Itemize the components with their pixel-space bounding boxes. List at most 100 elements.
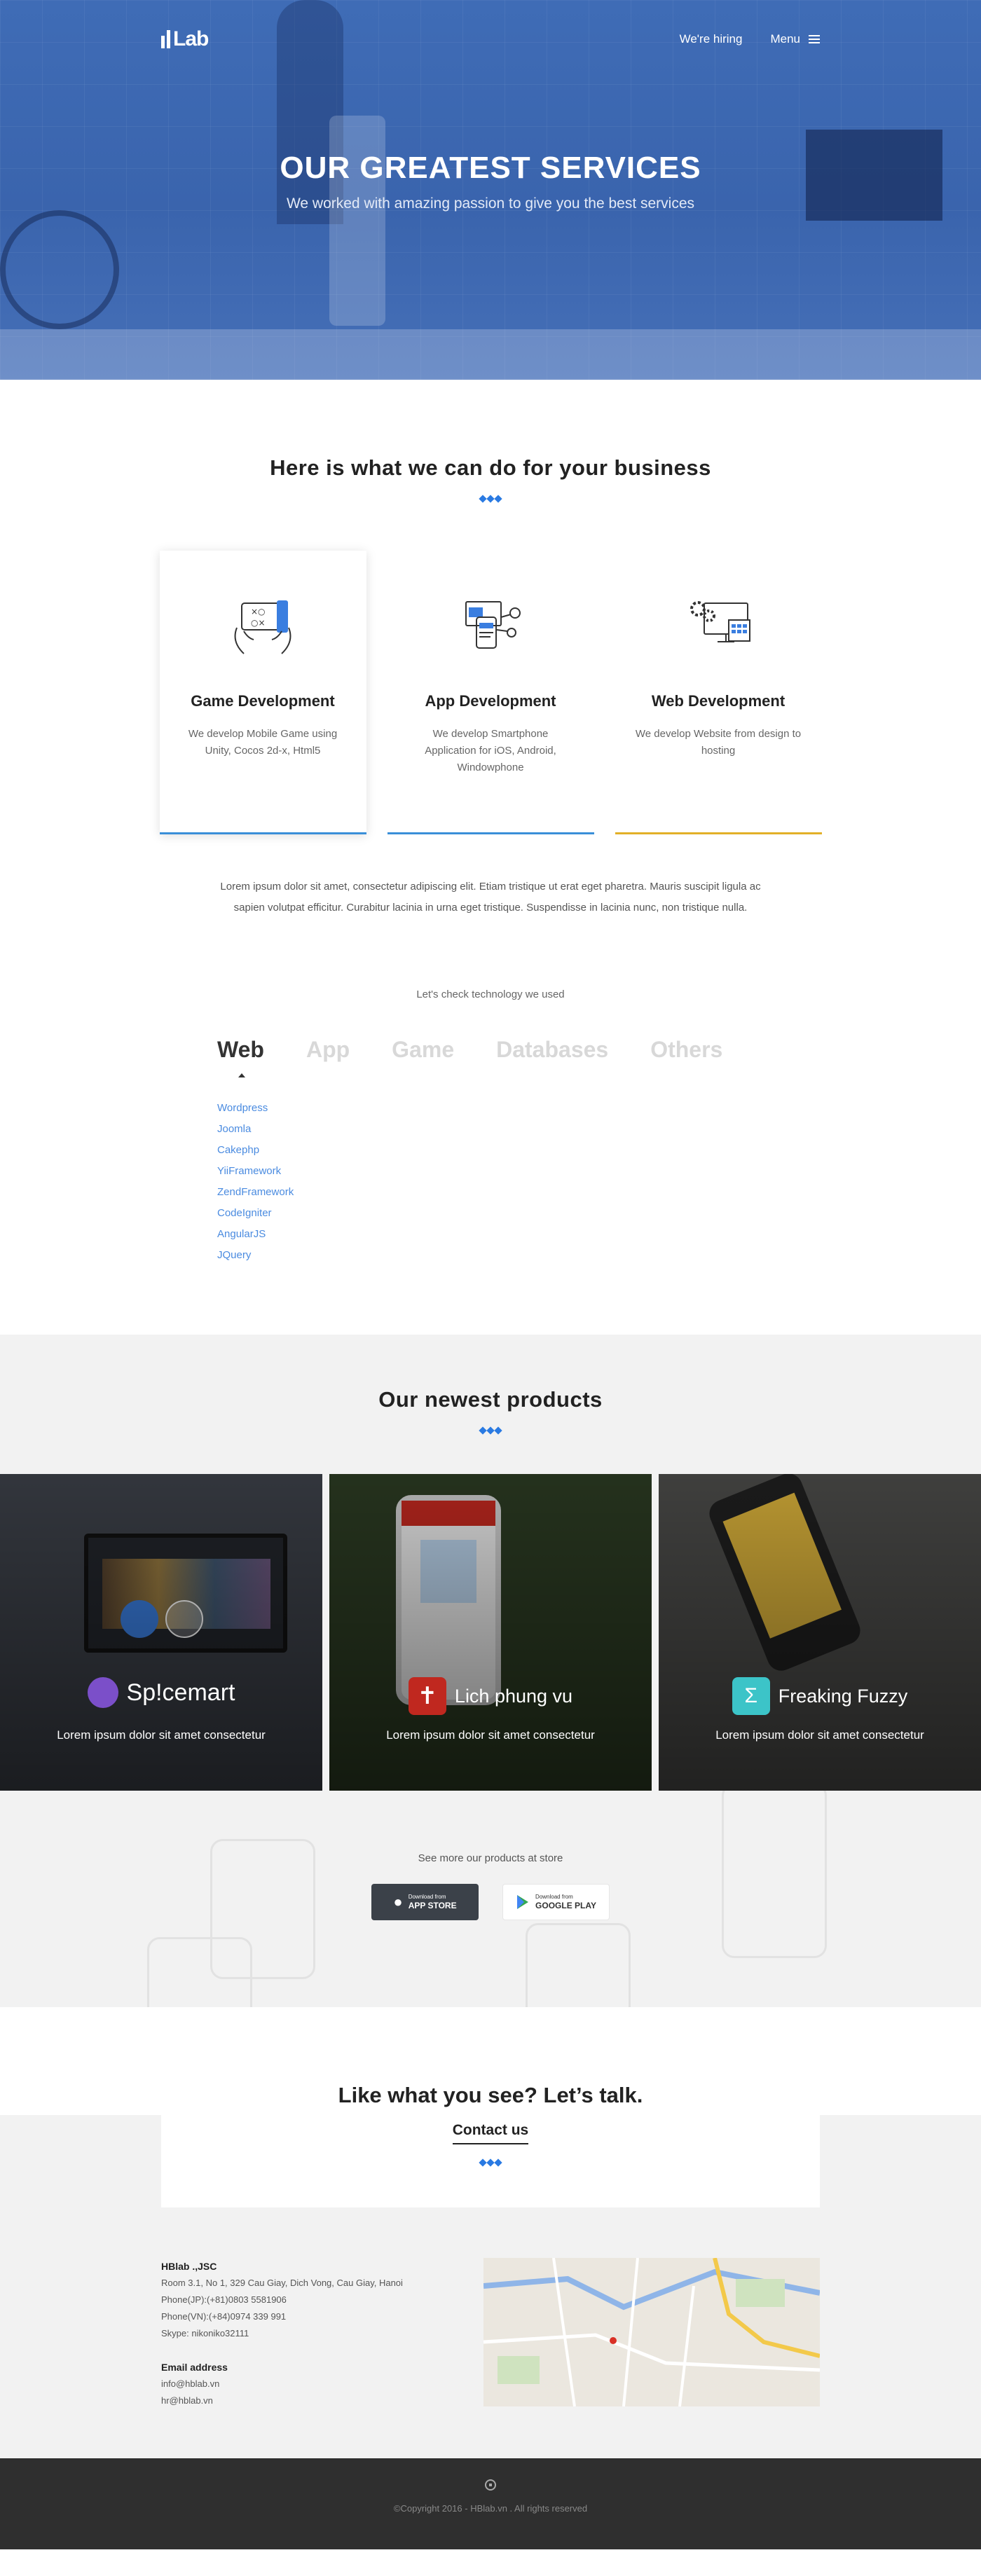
service-desc: We develop Smartphone Application for iO…	[425, 728, 556, 773]
menu-button[interactable]: Menu	[770, 32, 820, 46]
hero-desk	[0, 329, 981, 380]
ghost-phone-decoration	[722, 1783, 827, 1958]
tech-item[interactable]: YiiFramework	[217, 1161, 981, 1182]
card-underline	[387, 832, 594, 834]
product-name: Lich phung vu	[454, 1685, 573, 1707]
svg-text:○×: ○×	[251, 618, 266, 628]
tab-label: App	[306, 1037, 350, 1062]
product-brand: ✝ Lich phung vu	[329, 1677, 652, 1715]
contact-us-link[interactable]: Contact us	[452, 2122, 529, 2144]
product-brand: Σ Freaking Fuzzy	[659, 1677, 981, 1715]
service-title: Web Development	[651, 692, 786, 710]
store-big-label: GOOGLE PLAY	[535, 1901, 596, 1910]
tab-web[interactable]: Web	[217, 1037, 264, 1077]
tab-label: Others	[650, 1037, 723, 1062]
tech-item[interactable]: Cakephp	[217, 1140, 981, 1161]
tech-item[interactable]: Joomla	[217, 1119, 981, 1140]
app-store-button[interactable]: ● Download from APP STORE	[371, 1884, 479, 1920]
store-small-label: Download from	[535, 1894, 573, 1900]
nav-right: We're hiring Menu	[680, 32, 820, 46]
active-tab-caret-icon	[238, 1073, 245, 1077]
product-name: Sp!cemart	[126, 1679, 235, 1706]
tech-item[interactable]: CodeIgniter	[217, 1203, 981, 1224]
services-title: Here is what we can do for your business	[270, 455, 711, 480]
tab-app[interactable]: App	[306, 1037, 350, 1063]
map-graphic	[483, 2258, 820, 2406]
services-description: Lorem ipsum dolor sit amet, consectetur …	[220, 881, 761, 914]
divider-dots	[0, 1426, 981, 1435]
hero-subtitle: We worked with amazing passion to give y…	[286, 195, 695, 212]
products-section: Our newest products Sp!cemart Lorem ipsu…	[0, 1335, 981, 2007]
service-desc: We develop Website from design to hostin…	[635, 728, 802, 757]
ghost-phone-decoration	[147, 1937, 252, 2007]
contact-body: Contact us HBlab .,JSC Room 3.1, No 1, 3…	[0, 2115, 981, 2458]
hero-text: OUR GREATEST SERVICES We worked with ama…	[0, 151, 981, 212]
product-name: Freaking Fuzzy	[778, 1685, 908, 1707]
tab-label: Databases	[496, 1037, 609, 1062]
product-card-lich-phung-vu[interactable]: ✝ Lich phung vu Lorem ipsum dolor sit am…	[329, 1474, 652, 1791]
service-title: App Development	[425, 692, 556, 710]
service-card-web[interactable]: Web Development We develop Website from …	[615, 551, 822, 834]
product-row: Sp!cemart Lorem ipsum dolor sit amet con…	[0, 1474, 981, 1791]
contact-info: HBlab .,JSC Room 3.1, No 1, 329 Cau Giay…	[161, 2258, 820, 2409]
email-info[interactable]: info@hblab.vn	[161, 2376, 403, 2392]
email-hr[interactable]: hr@hblab.vn	[161, 2392, 403, 2409]
tab-others[interactable]: Others	[650, 1037, 722, 1063]
tech-list: Wordpress Joomla Cakephp YiiFramework Ze…	[217, 1098, 981, 1266]
contact-section: Like what you see? Let’s talk. Contact u…	[0, 2007, 981, 2458]
spicemart-logo-icon	[87, 1677, 118, 1708]
tab-label: Game	[392, 1037, 455, 1062]
menu-label: Menu	[770, 32, 800, 46]
google-play-icon	[517, 1895, 529, 1909]
skype: Skype: nikoniko32111	[161, 2328, 249, 2339]
contact-header: Like what you see? Let’s talk.	[0, 2007, 981, 2108]
hamburger-icon	[809, 35, 820, 43]
store-text: See more our products at store	[418, 1852, 563, 1864]
card-underline	[615, 832, 822, 834]
card-underline	[159, 832, 366, 834]
store-buttons: ● Download from APP STORE Download from …	[0, 1884, 981, 1920]
cross-logo-icon: ✝	[408, 1677, 446, 1715]
phone-jp: Phone(JP):(+81)0803 5581906	[161, 2294, 287, 2305]
ghost-phone-decoration	[526, 1923, 631, 2007]
hblab-logo[interactable]: Lab	[161, 27, 209, 51]
tab-databases[interactable]: Databases	[496, 1037, 608, 1063]
hero-imac-silhouette	[329, 116, 385, 326]
product-brand: Sp!cemart	[0, 1677, 322, 1708]
service-card-app[interactable]: App Development We develop Smartphone Ap…	[387, 551, 594, 834]
nav-hiring-link[interactable]: We're hiring	[680, 32, 743, 46]
tech-item[interactable]: JQuery	[217, 1245, 981, 1266]
tech-tabs: Web App Game Databases Others	[217, 1037, 981, 1077]
products-title: Our newest products	[378, 1387, 603, 1412]
divider-dots	[161, 2158, 820, 2167]
tech-item[interactable]: Wordpress	[217, 1098, 981, 1119]
tech-item[interactable]: ZendFramework	[217, 1182, 981, 1203]
product-card-freaking-fuzzy[interactable]: Σ Freaking Fuzzy Lorem ipsum dolor sit a…	[659, 1474, 981, 1791]
location-map[interactable]	[483, 2258, 820, 2406]
logo-text: Lab	[173, 27, 209, 50]
apple-icon: ●	[393, 1893, 403, 1910]
product-desc: Lorem ipsum dolor sit amet consectetur	[715, 1728, 924, 1742]
divider-dots	[0, 495, 981, 503]
company-name: HBlab .,JSC	[161, 2261, 217, 2272]
email-heading: Email address	[161, 2362, 228, 2373]
contact-title: Like what you see? Let’s talk.	[338, 2083, 643, 2107]
product-card-spicemart[interactable]: Sp!cemart Lorem ipsum dolor sit amet con…	[0, 1474, 322, 1791]
footer: ©Copyright 2016 - HBlab.vn . All rights …	[0, 2458, 981, 2549]
scroll-top-icon[interactable]	[485, 2479, 496, 2491]
svg-text:×○: ×○	[251, 607, 266, 617]
service-card-game[interactable]: ×○ ○× Game Development We develop Mobile…	[159, 551, 366, 834]
tech-heading: Let's check technology we used	[416, 989, 565, 1000]
google-play-button[interactable]: Download from GOOGLE PLAY	[502, 1884, 610, 1920]
tech-item[interactable]: AngularJS	[217, 1224, 981, 1245]
company-address: Room 3.1, No 1, 329 Cau Giay, Dich Vong,…	[161, 2278, 403, 2288]
product-desc: Lorem ipsum dolor sit amet consectetur	[386, 1728, 595, 1742]
tab-game[interactable]: Game	[392, 1037, 454, 1063]
store-small-label: Download from	[408, 1894, 446, 1900]
store-big-label: APP STORE	[408, 1901, 457, 1910]
hero-section: Lab We're hiring Menu OUR GREATEST SERVI…	[0, 0, 981, 380]
hero-title: OUR GREATEST SERVICES	[280, 151, 701, 185]
web-monitor-icon	[690, 601, 750, 642]
sigma-logo-icon: Σ	[732, 1677, 770, 1715]
mobile-app-icon	[465, 601, 521, 649]
